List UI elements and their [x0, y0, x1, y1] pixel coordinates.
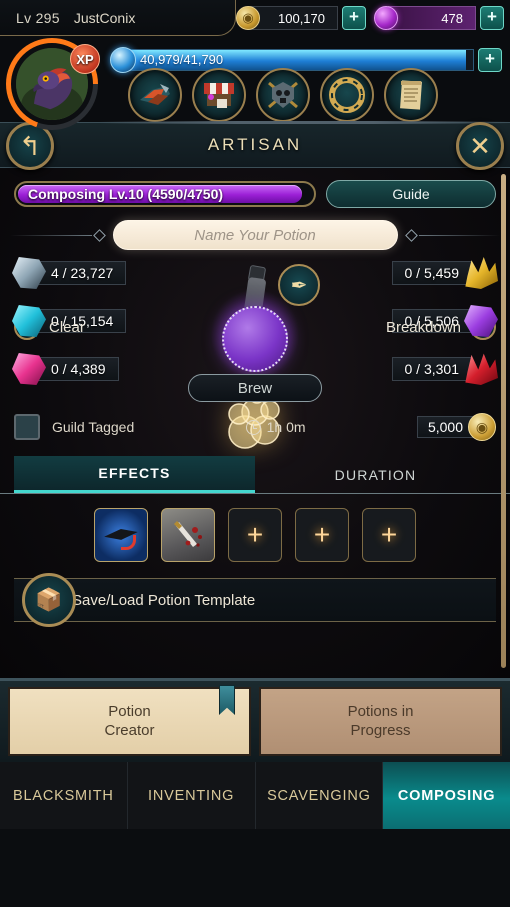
subtab-label: Potion Creator	[104, 703, 154, 741]
xp-badge: XP	[70, 44, 100, 74]
potion-action-row: ✕ Clear Breakdown +	[0, 314, 510, 340]
nav-divider	[100, 121, 510, 124]
gold-coin-icon: ◉	[236, 6, 260, 30]
tab-duration[interactable]: DURATION	[255, 456, 496, 493]
bottom-nav: BLACKSMITH INVENTING SCAVENGING COMPOSIN…	[0, 762, 510, 829]
breakdown-label: Breakdown	[385, 318, 461, 336]
gem-amount: 478	[388, 6, 476, 30]
panel-scrollbar[interactable]	[501, 174, 506, 668]
pvp-skull-icon	[268, 81, 298, 109]
top-status-bar: Lv 295 JustConix ◉ 100,170 + 478 +	[0, 0, 510, 36]
nav-icon-market[interactable]	[192, 68, 246, 122]
effect-slot-4[interactable]: +	[295, 508, 349, 562]
effect-slot-3[interactable]: +	[228, 508, 282, 562]
brew-row: Brew	[0, 374, 510, 402]
icon-nav-row	[100, 68, 510, 124]
scroll-icon	[400, 80, 422, 110]
player-name: JustConix	[73, 9, 136, 26]
bottom-nav-blacksmith[interactable]: BLACKSMITH	[0, 762, 128, 829]
brew-duration-value: 1h 0m	[266, 419, 306, 435]
skill-row: Composing Lv.10 (4590/4750) Guide	[0, 168, 510, 208]
effect-slot-5[interactable]: +	[362, 508, 416, 562]
nav-icon-pvp[interactable]	[256, 68, 310, 122]
save-load-template-row[interactable]: 📦 Save/Load Potion Template	[14, 573, 496, 627]
subtab-label-line2: Progress	[350, 721, 411, 739]
subtab-potions-in-progress[interactable]: Potions in Progress	[259, 687, 502, 756]
composing-skill-label: Composing Lv.10 (4590/4750)	[28, 186, 224, 202]
graduation-cap-icon	[104, 525, 138, 550]
plus-icon: +	[380, 519, 398, 550]
divider-line	[418, 234, 500, 236]
bookmark-ribbon-icon	[219, 685, 235, 715]
edit-pen-button[interactable]: ✒	[278, 264, 320, 306]
guild-tagged-checkbox[interactable]	[14, 414, 40, 440]
brew-meta-row: Guild Tagged 1h 0m 5,000 ◉	[0, 413, 510, 441]
close-button[interactable]: ✕	[456, 122, 504, 170]
divider-line	[10, 234, 92, 236]
nav-icon-scroll[interactable]	[384, 68, 438, 122]
potion-name-input[interactable]: Name Your Potion	[112, 220, 398, 250]
gem-orb-icon	[374, 6, 398, 30]
gem-add-button[interactable]: +	[480, 6, 504, 30]
avatar[interactable]: XP	[6, 38, 100, 130]
composing-skill-bar[interactable]: Composing Lv.10 (4590/4750)	[14, 181, 316, 207]
player-level: Lv 295	[16, 9, 60, 26]
subtab-row: Potion Creator Potions in Progress	[0, 678, 510, 762]
gold-amount: 100,170	[250, 6, 338, 30]
plus-icon: +	[246, 519, 264, 550]
guide-button[interactable]: Guide	[326, 180, 496, 208]
player-plate[interactable]: Lv 295 JustConix	[0, 0, 236, 36]
compass-icon	[329, 77, 365, 113]
bottom-nav-inventing[interactable]: INVENTING	[127, 762, 256, 829]
effect-slot-2[interactable]	[161, 508, 215, 562]
market-icon	[204, 83, 234, 108]
brew-duration: 1h 0m	[245, 419, 306, 435]
tab-effects[interactable]: EFFECTS	[14, 456, 255, 493]
effect-slot-1[interactable]	[94, 508, 148, 562]
subtab-label-line1: Potion	[108, 702, 151, 720]
gold-add-button[interactable]: +	[342, 6, 366, 30]
effects-duration-tabs: EFFECTS DURATION	[0, 456, 510, 494]
save-load-icon: 📦	[22, 573, 76, 627]
divider-left	[10, 228, 107, 242]
subtab-label-line2: Creator	[104, 721, 155, 739]
bottom-nav-composing[interactable]: COMPOSING	[383, 762, 510, 829]
save-load-template-label: Save/Load Potion Template	[72, 591, 256, 609]
crafting-icon	[140, 84, 170, 105]
guild-tagged-label: Guild Tagged	[52, 419, 135, 435]
xp-row: XP 40,979/41,790 +	[0, 36, 510, 130]
page-title: ARTISAN	[207, 135, 303, 154]
nav-icon-compass[interactable]	[320, 68, 374, 122]
plus-icon: +	[313, 519, 331, 550]
nav-icon-crafting[interactable]	[128, 68, 182, 122]
bottom-nav-scavenging[interactable]: SCAVENGING	[255, 762, 384, 829]
subtab-label-line1: Potions in	[347, 702, 414, 720]
subtab-label: Potions in Progress	[348, 703, 414, 741]
potion-name-row: Name Your Potion	[0, 208, 510, 250]
diamond-icon	[92, 228, 106, 242]
brew-button[interactable]: Brew	[188, 374, 322, 402]
clear-label: Clear	[49, 318, 85, 336]
clock-icon	[245, 419, 261, 435]
gem-currency[interactable]: 478 +	[374, 5, 504, 31]
subtab-potion-creator[interactable]: Potion Creator	[8, 685, 251, 756]
effect-slot-row: + + +	[0, 508, 510, 562]
brew-cost: 5,000 ◉	[416, 413, 496, 441]
gold-coin-icon: ◉	[468, 413, 496, 441]
gold-currency[interactable]: ◉ 100,170 +	[236, 5, 366, 31]
xp-value: 40,979/41,790	[140, 51, 224, 67]
diamond-icon	[404, 228, 418, 242]
composing-panel: Composing Lv.10 (4590/4750) Guide Name Y…	[0, 168, 510, 678]
bloody-dagger-icon	[174, 521, 202, 547]
currency-tray: ◉ 100,170 + 478 +	[236, 5, 510, 31]
divider-right	[404, 228, 500, 242]
